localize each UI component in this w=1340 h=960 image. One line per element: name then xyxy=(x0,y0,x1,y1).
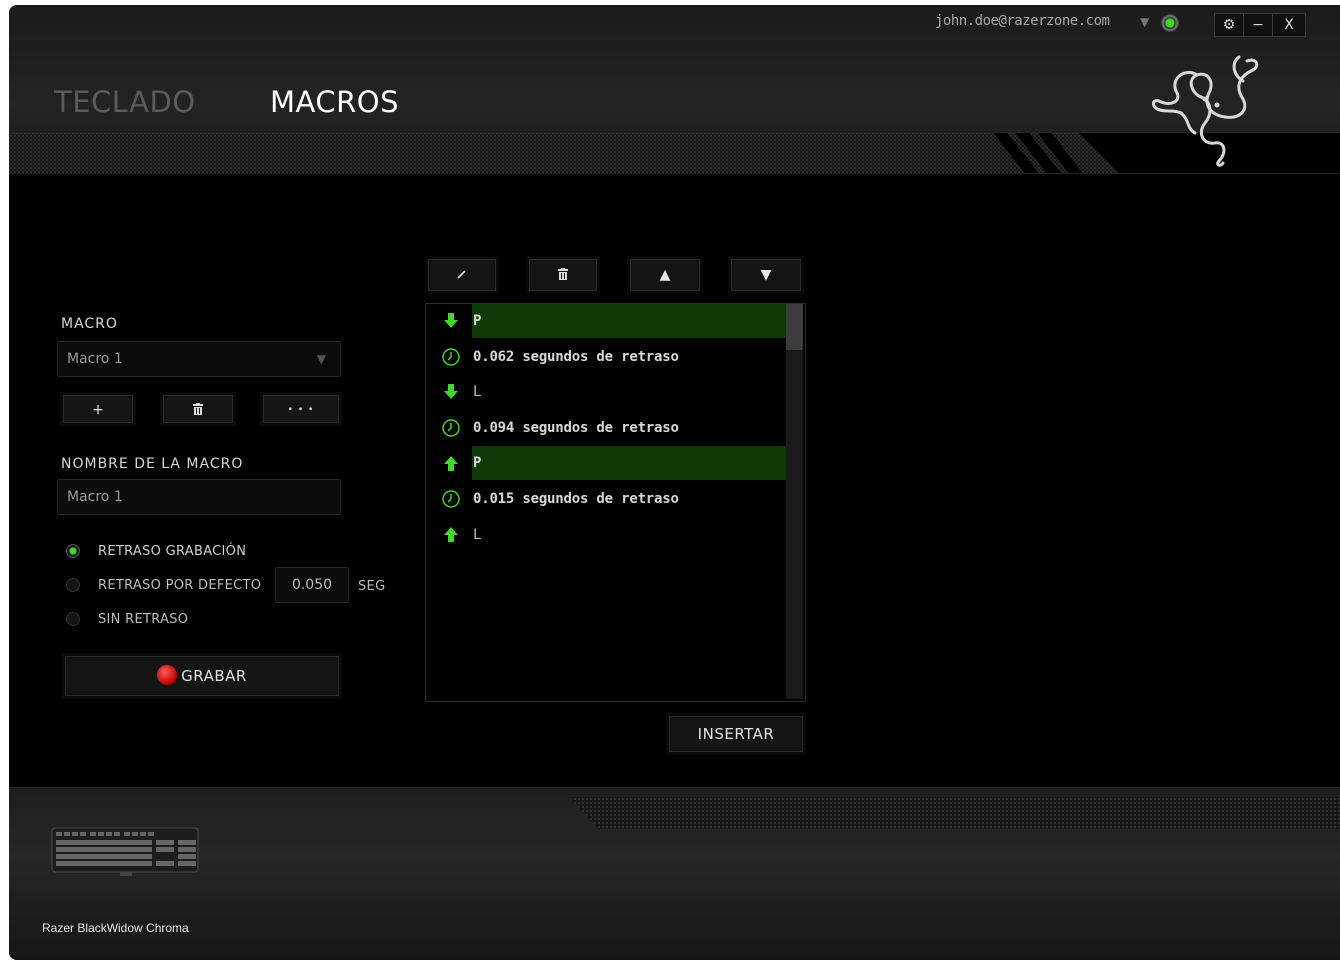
arrow-up-icon: ▲ xyxy=(659,267,671,283)
list-item[interactable] xyxy=(472,304,786,338)
device-name: Razer BlackWidow Chroma xyxy=(42,921,189,935)
razer-logo-icon xyxy=(1151,55,1259,167)
footer-stripe xyxy=(569,797,1340,829)
no-delay-label: SIN RETRASO xyxy=(98,612,189,627)
online-status-icon[interactable] xyxy=(1161,14,1179,32)
macro-name-field[interactable]: Macro 1 xyxy=(57,479,341,515)
clock-icon xyxy=(442,348,460,366)
close-button[interactable]: X xyxy=(1272,13,1306,37)
delete-macro-button[interactable] xyxy=(163,395,233,423)
settings-button[interactable]: ⚙ xyxy=(1214,13,1244,37)
list-item-text: L xyxy=(473,384,482,400)
minimize-button[interactable]: − xyxy=(1243,13,1273,37)
list-scrollbar[interactable] xyxy=(786,304,803,699)
tab-teclado[interactable]: TECLADO xyxy=(54,85,196,119)
macro-select-value: Macro 1 xyxy=(67,351,123,367)
arrow-up-green-icon xyxy=(444,456,458,471)
default-delay-input[interactable]: 0.050 xyxy=(275,567,349,603)
radio-recorded-delay[interactable] xyxy=(66,544,80,558)
radio-default-delay[interactable] xyxy=(66,578,80,592)
move-down-button[interactable]: ▼ xyxy=(731,259,801,291)
list-item-text: 0.015 segundos de retraso xyxy=(473,491,679,507)
arrow-down-green-icon xyxy=(444,313,458,328)
record-icon xyxy=(157,665,178,685)
list-scrollbar-thumb[interactable] xyxy=(786,304,803,350)
more-options-button[interactable]: • • • xyxy=(263,395,339,423)
arrow-down-green-icon xyxy=(444,384,458,399)
trash-icon xyxy=(558,268,568,280)
keyboard-device-icon[interactable] xyxy=(50,820,200,880)
macro-label: MACRO xyxy=(61,316,118,332)
clock-icon xyxy=(442,490,460,508)
record-button-label: GRABAR xyxy=(181,667,247,685)
record-button[interactable]: GRABAR xyxy=(65,656,339,696)
list-item-text: P xyxy=(473,455,482,471)
delay-unit-label: SEG xyxy=(358,579,386,594)
list-item-text: P xyxy=(473,313,482,329)
list-item[interactable] xyxy=(472,375,786,409)
recorded-delay-label: RETRASO GRABACIÓN xyxy=(98,544,247,559)
arrow-up-green-icon xyxy=(444,527,458,542)
arrow-down-icon: ▼ xyxy=(760,267,772,283)
clock-icon xyxy=(442,419,460,437)
default-delay-label: RETRASO POR DEFECTO xyxy=(98,578,262,593)
radio-no-delay[interactable] xyxy=(66,612,80,626)
trash-icon xyxy=(193,403,203,415)
synapse-window: TECLADO MACROS john.doe@razerzone.com ▼ … xyxy=(9,5,1340,960)
list-item[interactable] xyxy=(472,446,786,480)
edit-event-button[interactable] xyxy=(428,259,496,291)
list-item-text: 0.094 segundos de retraso xyxy=(473,420,679,436)
macro-select[interactable]: Macro 1 ▼ xyxy=(57,341,341,377)
list-item-text: L xyxy=(473,527,482,543)
user-email[interactable]: john.doe@razerzone.com xyxy=(935,13,1110,29)
list-item[interactable] xyxy=(472,517,786,551)
add-macro-button[interactable]: + xyxy=(63,395,133,423)
move-up-button[interactable]: ▲ xyxy=(630,259,700,291)
macro-name-label: NOMBRE DE LA MACRO xyxy=(61,456,244,472)
delete-event-button[interactable] xyxy=(529,259,597,291)
tab-macros[interactable]: MACROS xyxy=(270,85,399,119)
chevron-down-icon: ▼ xyxy=(316,352,326,366)
insert-button[interactable]: INSERTAR xyxy=(669,716,803,752)
list-item-text: 0.062 segundos de retraso xyxy=(473,349,679,365)
pencil-icon xyxy=(457,270,466,279)
user-dropdown-icon[interactable]: ▼ xyxy=(1140,15,1149,29)
